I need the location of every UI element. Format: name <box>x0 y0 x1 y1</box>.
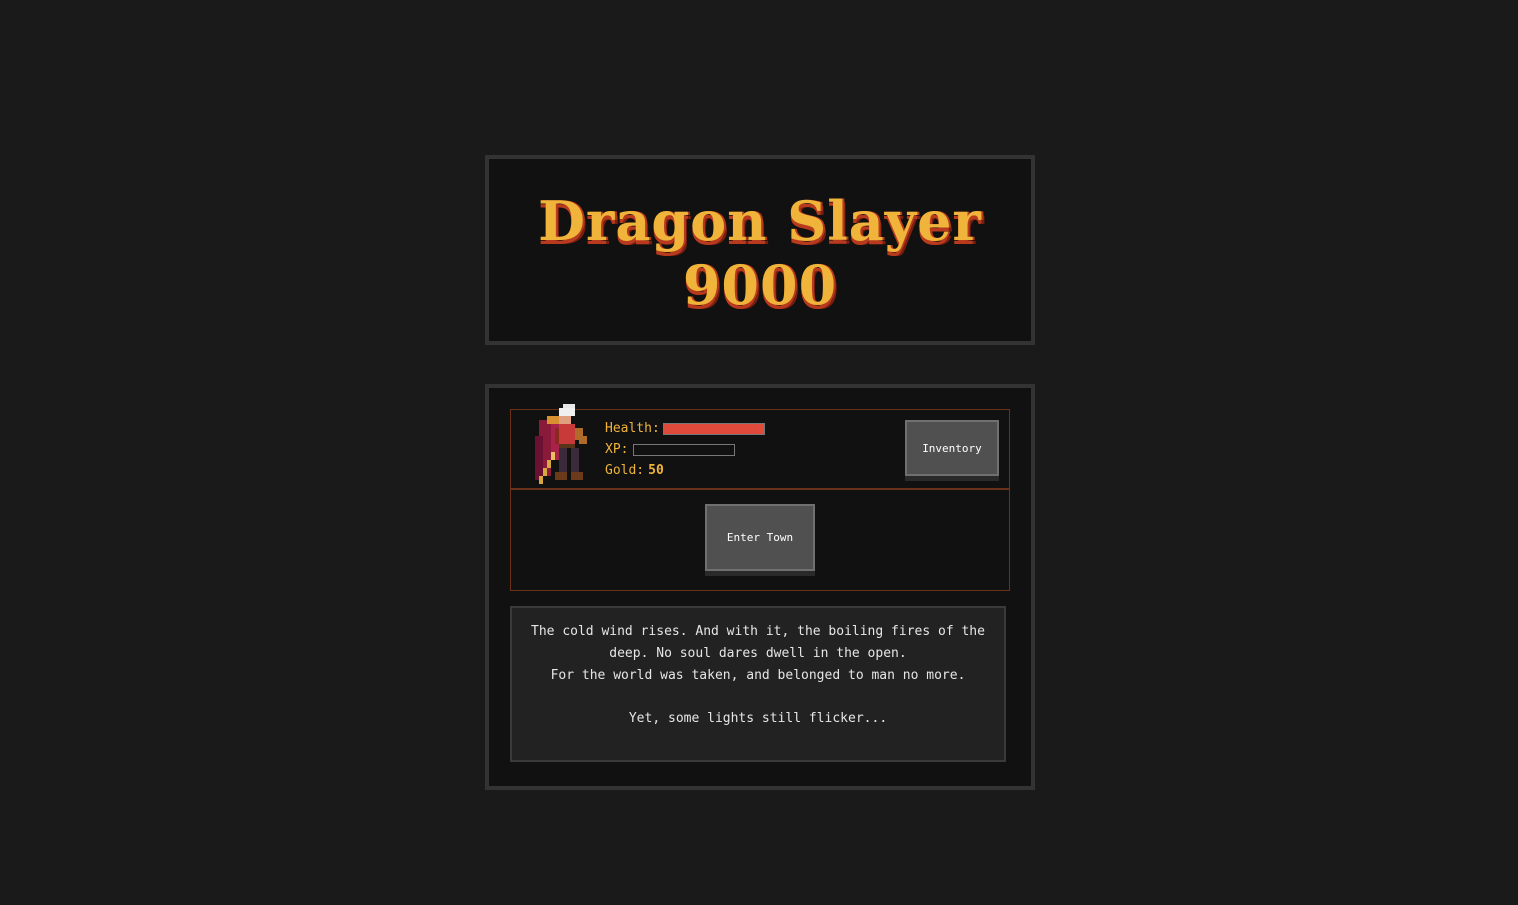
story-text-box: The cold wind rises. And with it, the bo… <box>510 606 1006 762</box>
story-line-3: Yet, some lights still flicker... <box>628 711 888 726</box>
gold-value: 50 <box>648 463 664 478</box>
logo-line-2: 9000 <box>682 253 838 317</box>
health-bar <box>663 423 765 435</box>
caped-knight-sprite-icon <box>535 404 587 484</box>
enter-town-button[interactable]: Enter Town <box>705 504 815 571</box>
action-area: Enter Town <box>510 489 1010 591</box>
main-panel: Health: XP: Gold: 50 Inventory Enter Town… <box>485 384 1035 790</box>
gold-label: Gold: <box>605 463 645 478</box>
story-line-2: For the world was taken, and belonged to… <box>550 668 966 683</box>
inventory-button[interactable]: Inventory <box>905 420 999 476</box>
health-bar-fill <box>664 424 764 434</box>
health-label: Health: <box>605 421 660 436</box>
game-logo: Dragon Slayer 9000 <box>489 189 1031 317</box>
title-panel: Dragon Slayer 9000 <box>485 155 1035 345</box>
logo-line-1: Dragon Slayer <box>538 189 982 253</box>
player-status-bar: Health: XP: Gold: 50 Inventory <box>510 404 1010 489</box>
story-line-1: The cold wind rises. And with it, the bo… <box>531 624 985 661</box>
gold-stat: Gold: 50 <box>605 463 664 478</box>
xp-bar <box>633 444 735 456</box>
xp-label: XP: <box>605 442 629 457</box>
